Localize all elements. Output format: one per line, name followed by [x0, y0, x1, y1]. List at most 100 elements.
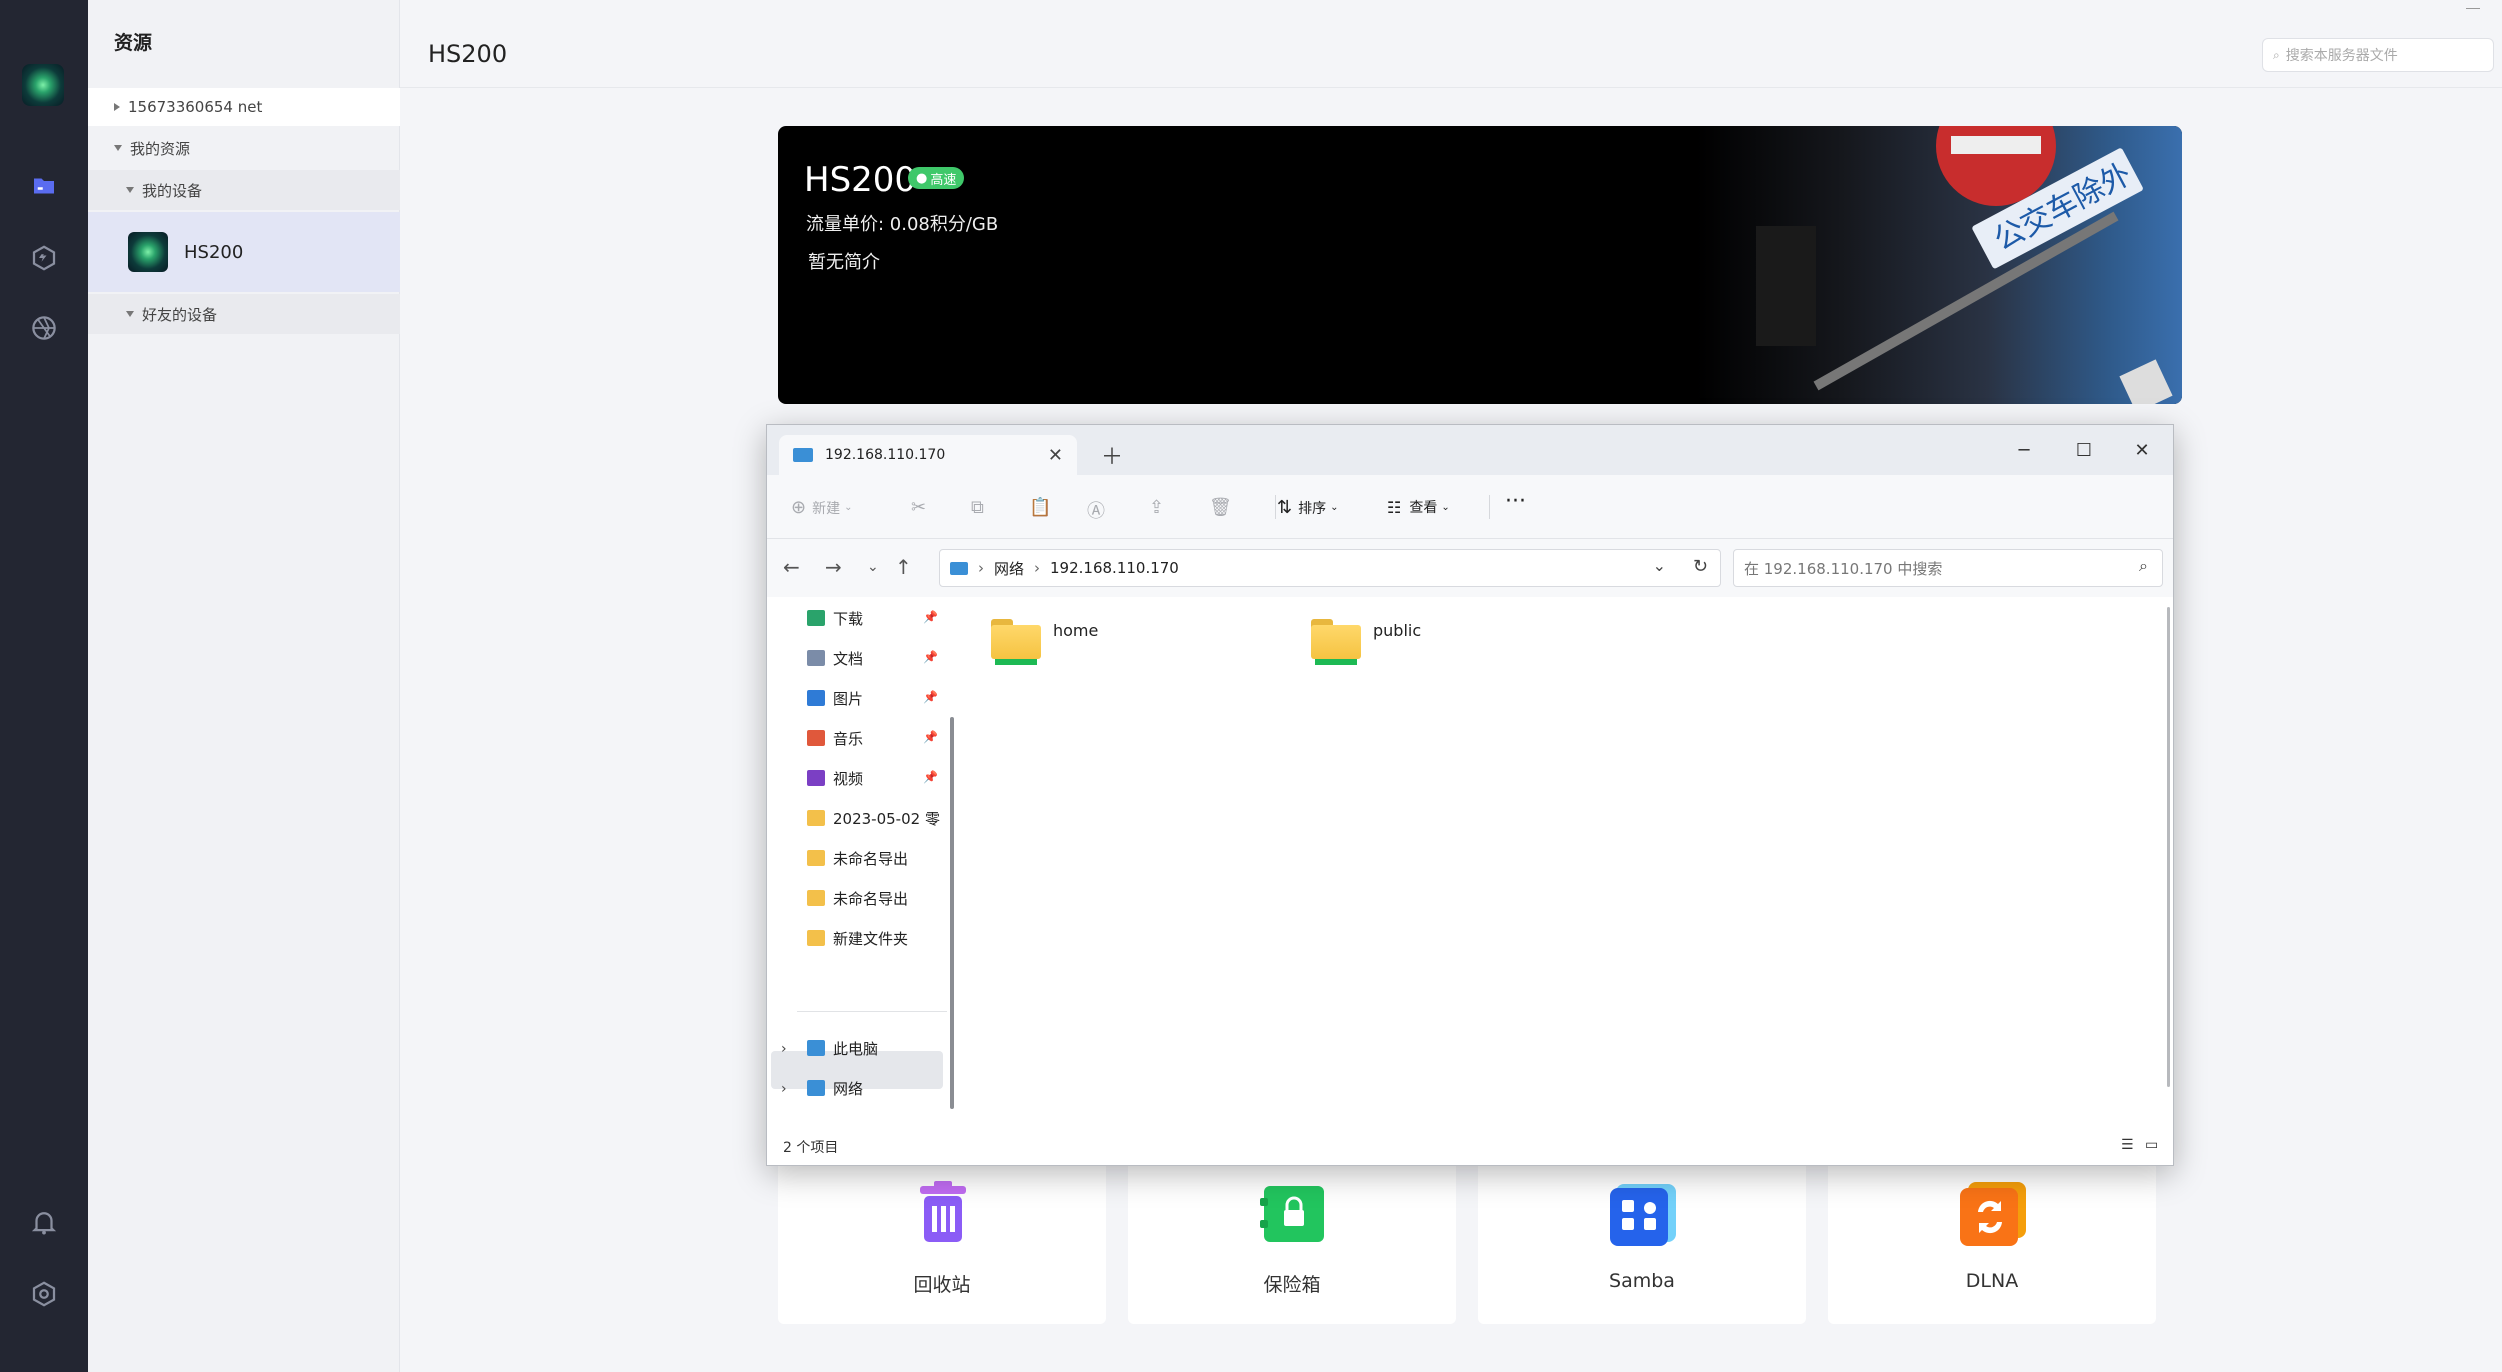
safe-lock-icon [1260, 1180, 1326, 1246]
expanded-icon [126, 311, 134, 317]
nav-item-label: 未命名导出 [833, 889, 909, 908]
monitor-icon [950, 561, 968, 575]
chevron-right-icon[interactable]: › [781, 1041, 787, 1057]
banner-photo: 公交车除外 [1696, 126, 2182, 404]
tree-device-hs200[interactable]: HS200 [88, 212, 400, 292]
close-window-button[interactable]: ✕ [2127, 435, 2157, 465]
folder-icon [807, 850, 825, 866]
address-dropdown-icon[interactable]: ⌄ [1653, 556, 1666, 575]
delete-icon[interactable]: 🗑 [1209, 497, 1232, 518]
folder-name: home [1053, 621, 1099, 640]
tree-account-label: 15673360654 net [128, 98, 263, 116]
address-bar[interactable]: › 网络 › 192.168.110.170 ⌄ ↻ [939, 549, 1721, 587]
up-icon[interactable]: ↑ [895, 555, 912, 579]
folder-item-public[interactable]: public [1309, 617, 1629, 671]
device-avatar [128, 232, 168, 272]
explorer-search-placeholder: 在 192.168.110.170 中搜索 [1744, 559, 1943, 578]
content-scrollbar[interactable] [2165, 597, 2173, 1127]
tree-friend-devices-label: 好友的设备 [142, 305, 218, 324]
tiles-view-icon[interactable]: ▭ [2145, 1137, 2161, 1153]
scrollbar-thumb[interactable] [2167, 607, 2170, 1087]
sort-button[interactable]: ⇅ 排序 ⌄ [1277, 497, 1338, 518]
sort-label: 排序 [1298, 500, 1327, 517]
computer-icon [807, 1040, 825, 1056]
details-view-icon[interactable]: ☰ [2121, 1137, 2137, 1153]
file-explorer-window: 192.168.110.170 ✕ ＋ ─ ☐ ✕ ⊕ 新建 ⌄ ✂ ⧉ 📋 Ⓐ… [766, 424, 2174, 1166]
folder-item-home[interactable]: home [989, 617, 1309, 671]
plus-circle-icon: ⊕ [791, 497, 807, 518]
recycle-bin-card[interactable]: 回收站 [778, 1160, 1106, 1324]
library-icon [807, 650, 825, 666]
nav-item-label: 视频 [833, 769, 864, 788]
nav-divider [797, 1011, 947, 1012]
rename-icon[interactable]: Ⓐ [1087, 497, 1105, 523]
card-label: DLNA [1965, 1270, 2019, 1292]
samba-card[interactable]: Samba [1478, 1160, 1806, 1324]
card-label: 保险箱 [1263, 1274, 1321, 1296]
recent-chevron-icon[interactable]: ⌄ [867, 559, 879, 575]
samba-icon [1610, 1180, 1676, 1246]
explorer-tab[interactable]: 192.168.110.170 ✕ [779, 435, 1077, 475]
new-tab-button[interactable]: ＋ [1101, 439, 1123, 471]
nav-item[interactable]: 2023-05-02 零 [807, 801, 947, 835]
safe-box-card[interactable]: 保险箱 [1128, 1160, 1456, 1324]
status-bar: 2 个项目 ☰ ▭ [767, 1125, 2173, 1165]
folder-icon [807, 890, 825, 906]
explorer-search-input[interactable]: 在 192.168.110.170 中搜索 ⌕ [1733, 549, 2163, 587]
traffic-price: 流量单价: 0.08积分/GB [806, 214, 999, 235]
crumb-host[interactable]: 192.168.110.170 [1050, 559, 1179, 577]
maximize-button[interactable]: ☐ [2069, 435, 2099, 465]
server-search-input[interactable]: ⌕ 搜索本服务器文件 [2262, 38, 2494, 72]
nav-item-label: 此电脑 [833, 1039, 879, 1058]
refresh-icon[interactable]: ↻ [1693, 556, 1708, 577]
card-label: Samba [1609, 1270, 1675, 1292]
transfer-nav-icon[interactable] [28, 242, 60, 274]
library-icon [807, 690, 825, 706]
tree-account[interactable]: 15673360654 net [88, 88, 400, 126]
window-minimize-button[interactable] [2466, 8, 2480, 9]
copy-icon[interactable]: ⧉ [971, 497, 984, 518]
tree-my-devices[interactable]: 我的设备 [88, 170, 400, 210]
scrollbar-thumb[interactable] [950, 717, 954, 1109]
paste-icon[interactable]: 📋 [1029, 497, 1051, 518]
nav-item-this-pc[interactable]: 此电脑 [807, 1031, 947, 1065]
nav-item-label: 2023-05-02 零 [833, 809, 940, 828]
app-logo [22, 64, 64, 106]
nav-item[interactable]: 新建文件夹 [807, 921, 947, 955]
chevron-right-icon[interactable]: › [781, 1081, 787, 1097]
share-icon[interactable]: ⇪ [1149, 497, 1164, 518]
cut-icon[interactable]: ✂ [911, 497, 926, 518]
tree-friend-devices[interactable]: 好友的设备 [88, 294, 400, 334]
discover-nav-icon[interactable] [28, 312, 60, 344]
crumb-network[interactable]: 网络 [994, 558, 1024, 579]
sort-icon: ⇅ [1277, 497, 1293, 518]
close-tab-icon[interactable]: ✕ [1048, 445, 1063, 466]
new-label: 新建 [812, 500, 841, 517]
view-button[interactable]: ☷ 查看 ⌄ [1387, 497, 1450, 517]
files-nav-icon[interactable] [28, 170, 60, 202]
view-label: 查看 [1409, 500, 1438, 516]
nav-item[interactable]: 未命名导出 [807, 881, 947, 915]
new-button[interactable]: ⊕ 新建 ⌄ [791, 497, 852, 518]
nav-scrollbar[interactable] [949, 605, 955, 1115]
network-icon [807, 1080, 825, 1096]
crumb-separator: › [978, 559, 984, 577]
forward-icon[interactable]: → [825, 555, 842, 579]
view-icon: ☷ [1387, 497, 1402, 517]
bell-icon[interactable] [28, 1206, 60, 1238]
back-icon[interactable]: ← [783, 555, 800, 579]
nav-item-label: 未命名导出 [833, 849, 909, 868]
dlna-card[interactable]: DLNA [1828, 1160, 2156, 1324]
nav-item-network[interactable]: 网络 [807, 1071, 947, 1105]
address-bar-row: ← → ⌄ ↑ › 网络 › 192.168.110.170 ⌄ ↻ 在 192… [767, 539, 2173, 597]
search-icon: ⌕ [2139, 556, 2148, 575]
tree-my-resources[interactable]: 我的资源 [88, 130, 400, 166]
pin-icon: 📌 [923, 770, 938, 784]
settings-icon[interactable] [28, 1278, 60, 1310]
app-rail [0, 0, 88, 1372]
minimize-button[interactable]: ─ [2009, 435, 2039, 465]
nav-item[interactable]: 未命名导出 [807, 841, 947, 875]
chevron-down-icon: ⌄ [1330, 502, 1339, 513]
speed-badge-label: 高速 [930, 172, 957, 188]
more-options-icon[interactable]: ··· [1505, 489, 1526, 514]
